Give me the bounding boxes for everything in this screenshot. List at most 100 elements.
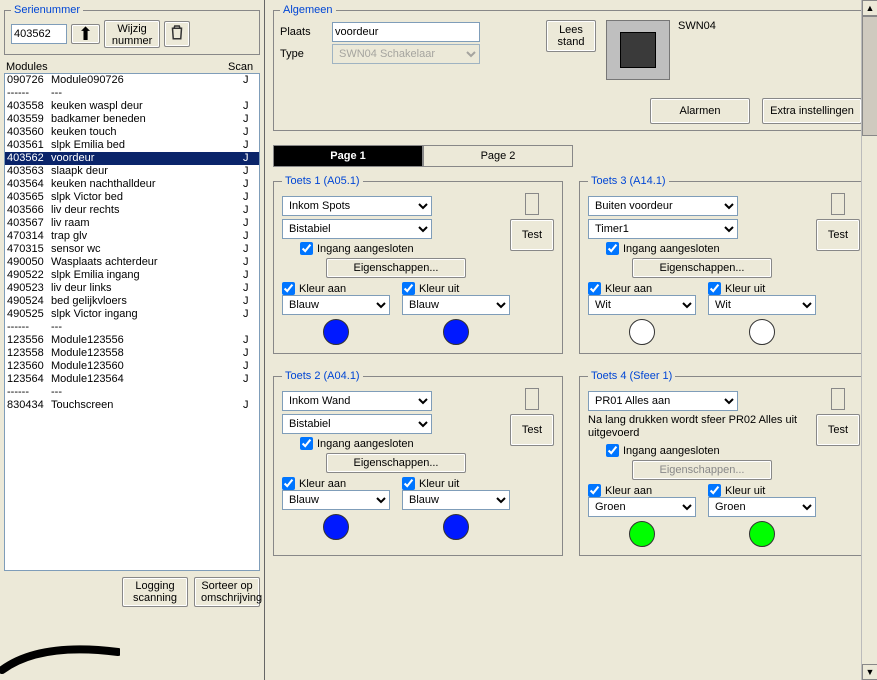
module-row[interactable]: 403559badkamer benedenJ [5,113,259,126]
scroll-thumb[interactable] [862,16,877,136]
kleur-uit-label: Kleur uit [419,283,459,295]
plaats-label: Plaats [280,26,326,38]
scroll-down-button[interactable]: ▼ [862,664,877,680]
extra-instellingen-button[interactable]: Extra instellingen [762,98,862,124]
test-button[interactable]: Test [816,219,860,251]
alarmen-button[interactable]: Alarmen [650,98,750,124]
scan-col-label: Scan [228,61,258,73]
module-row[interactable]: 403564keuken nachthalldeurJ [5,178,259,191]
module-row[interactable]: 403562voordeurJ [5,152,259,165]
modules-list[interactable]: 090726Module090726J---------403558keuken… [4,73,260,571]
tab-page1[interactable]: Page 1 [273,145,423,167]
test-button[interactable]: Test [510,219,554,251]
eigenschappen-button[interactable]: Eigenschappen... [632,258,772,278]
kleur-aan-checkbox[interactable] [282,282,295,295]
toets-3: Toets 2 (A04.1) Inkom Wand Bistabiel Ing… [273,370,563,556]
toets-select-target[interactable]: Buiten voordeur [588,196,738,216]
wijzig-nummer-button[interactable]: Wijzig nummer [104,20,160,48]
module-row[interactable]: 403563slaapk deurJ [5,165,259,178]
module-row[interactable]: 123564Module123564J [5,373,259,386]
module-row[interactable]: 830434TouchscreenJ [5,399,259,412]
sorteer-button[interactable]: Sorteer op omschrijving [194,577,260,607]
plaats-input[interactable] [332,22,480,42]
module-row[interactable]: 490050Wasplaats achterdeurJ [5,256,259,269]
ingang-checkbox[interactable] [300,242,313,255]
module-row[interactable]: 490522slpk Emilia ingangJ [5,269,259,282]
up-arrow-button[interactable]: ⬆ [71,24,100,44]
kleur-aan-preview [323,514,349,540]
test-led [831,193,845,215]
module-row[interactable]: 123556Module123556J [5,334,259,347]
test-led [831,388,845,410]
kleur-uit-checkbox[interactable] [708,282,721,295]
kleur-uit-checkbox[interactable] [402,477,415,490]
ingang-checkbox[interactable] [300,437,313,450]
tab-page2[interactable]: Page 2 [423,145,573,167]
kleur-aan-preview [629,319,655,345]
eigenschappen-button: Eigenschappen... [632,460,772,480]
toets-legend: Toets 3 (A14.1) [588,175,669,187]
module-row[interactable]: 123558Module123558J [5,347,259,360]
module-row[interactable]: 090726Module090726J [5,74,259,87]
kleur-uit-checkbox[interactable] [708,484,721,497]
logging-scanning-button[interactable]: Logging scanning [122,577,188,607]
module-row[interactable]: 403567liv raamJ [5,217,259,230]
kleur-uit-select[interactable]: Blauw [402,490,510,510]
kleur-aan-select[interactable]: Blauw [282,490,390,510]
module-row[interactable]: 403566liv deur rechtsJ [5,204,259,217]
eigenschappen-button[interactable]: Eigenschappen... [326,453,466,473]
kleur-uit-select[interactable]: Blauw [402,295,510,315]
module-row[interactable]: 490523liv deur linksJ [5,282,259,295]
kleur-aan-checkbox[interactable] [588,484,601,497]
kleur-aan-preview [323,319,349,345]
module-row[interactable]: 403565slpk Victor bedJ [5,191,259,204]
module-row[interactable]: 123560Module123560J [5,360,259,373]
delete-button[interactable] [164,21,190,47]
toets-select-mode[interactable]: Bistabiel [282,414,432,434]
module-row[interactable]: --------- [5,386,259,399]
module-row[interactable]: 403561slpk Emilia bedJ [5,139,259,152]
serienummer-input[interactable] [11,24,67,44]
ingang-checkbox[interactable] [606,444,619,457]
kleur-aan-select[interactable]: Groen [588,497,696,517]
device-preview [606,20,670,80]
module-row[interactable]: 490524bed gelijkvloersJ [5,295,259,308]
eigenschappen-button[interactable]: Eigenschappen... [326,258,466,278]
kleur-uit-select[interactable]: Groen [708,497,816,517]
toets-select-mode[interactable]: Timer1 [588,219,738,239]
toets-select-mode[interactable]: Bistabiel [282,219,432,239]
test-button[interactable]: Test [510,414,554,446]
kleur-uit-label: Kleur uit [725,283,765,295]
module-row[interactable]: 403560keuken touchJ [5,126,259,139]
kleur-aan-select[interactable]: Blauw [282,295,390,315]
algemeen-legend: Algemeen [280,4,336,16]
cable-graphic [0,640,120,680]
toets-select-target[interactable]: Inkom Spots [282,196,432,216]
toets-select-target[interactable]: PR01 Alles aan [588,391,738,411]
kleur-aan-checkbox[interactable] [588,282,601,295]
toets-select-target[interactable]: Inkom Wand [282,391,432,411]
kleur-uit-label: Kleur uit [725,485,765,497]
serienummer-group: Serienummer ⬆ Wijzig nummer [4,4,260,55]
kleur-uit-preview [749,319,775,345]
kleur-uit-checkbox[interactable] [402,282,415,295]
kleur-uit-select[interactable]: Wit [708,295,816,315]
right-scrollbar[interactable]: ▲ ▼ [861,0,877,680]
module-row[interactable]: 470315sensor wcJ [5,243,259,256]
module-row[interactable]: --------- [5,87,259,100]
module-row[interactable]: --------- [5,321,259,334]
lees-stand-button[interactable]: Lees stand [546,20,596,52]
scroll-up-button[interactable]: ▲ [862,0,877,16]
module-row[interactable]: 470314trap glvJ [5,230,259,243]
ingang-label: Ingang aangesloten [623,445,720,457]
toets-1: Toets 1 (A05.1) Inkom Spots Bistabiel In… [273,175,563,354]
device-name: SWN04 [678,20,716,32]
kleur-aan-select[interactable]: Wit [588,295,696,315]
toets-message: Na lang drukken wordt sfeer PR02 Alles u… [588,414,816,440]
module-row[interactable]: 403558keuken waspl deurJ [5,100,259,113]
test-button[interactable]: Test [816,414,860,446]
test-led [525,193,539,215]
kleur-aan-checkbox[interactable] [282,477,295,490]
module-row[interactable]: 490525slpk Victor ingangJ [5,308,259,321]
ingang-checkbox[interactable] [606,242,619,255]
